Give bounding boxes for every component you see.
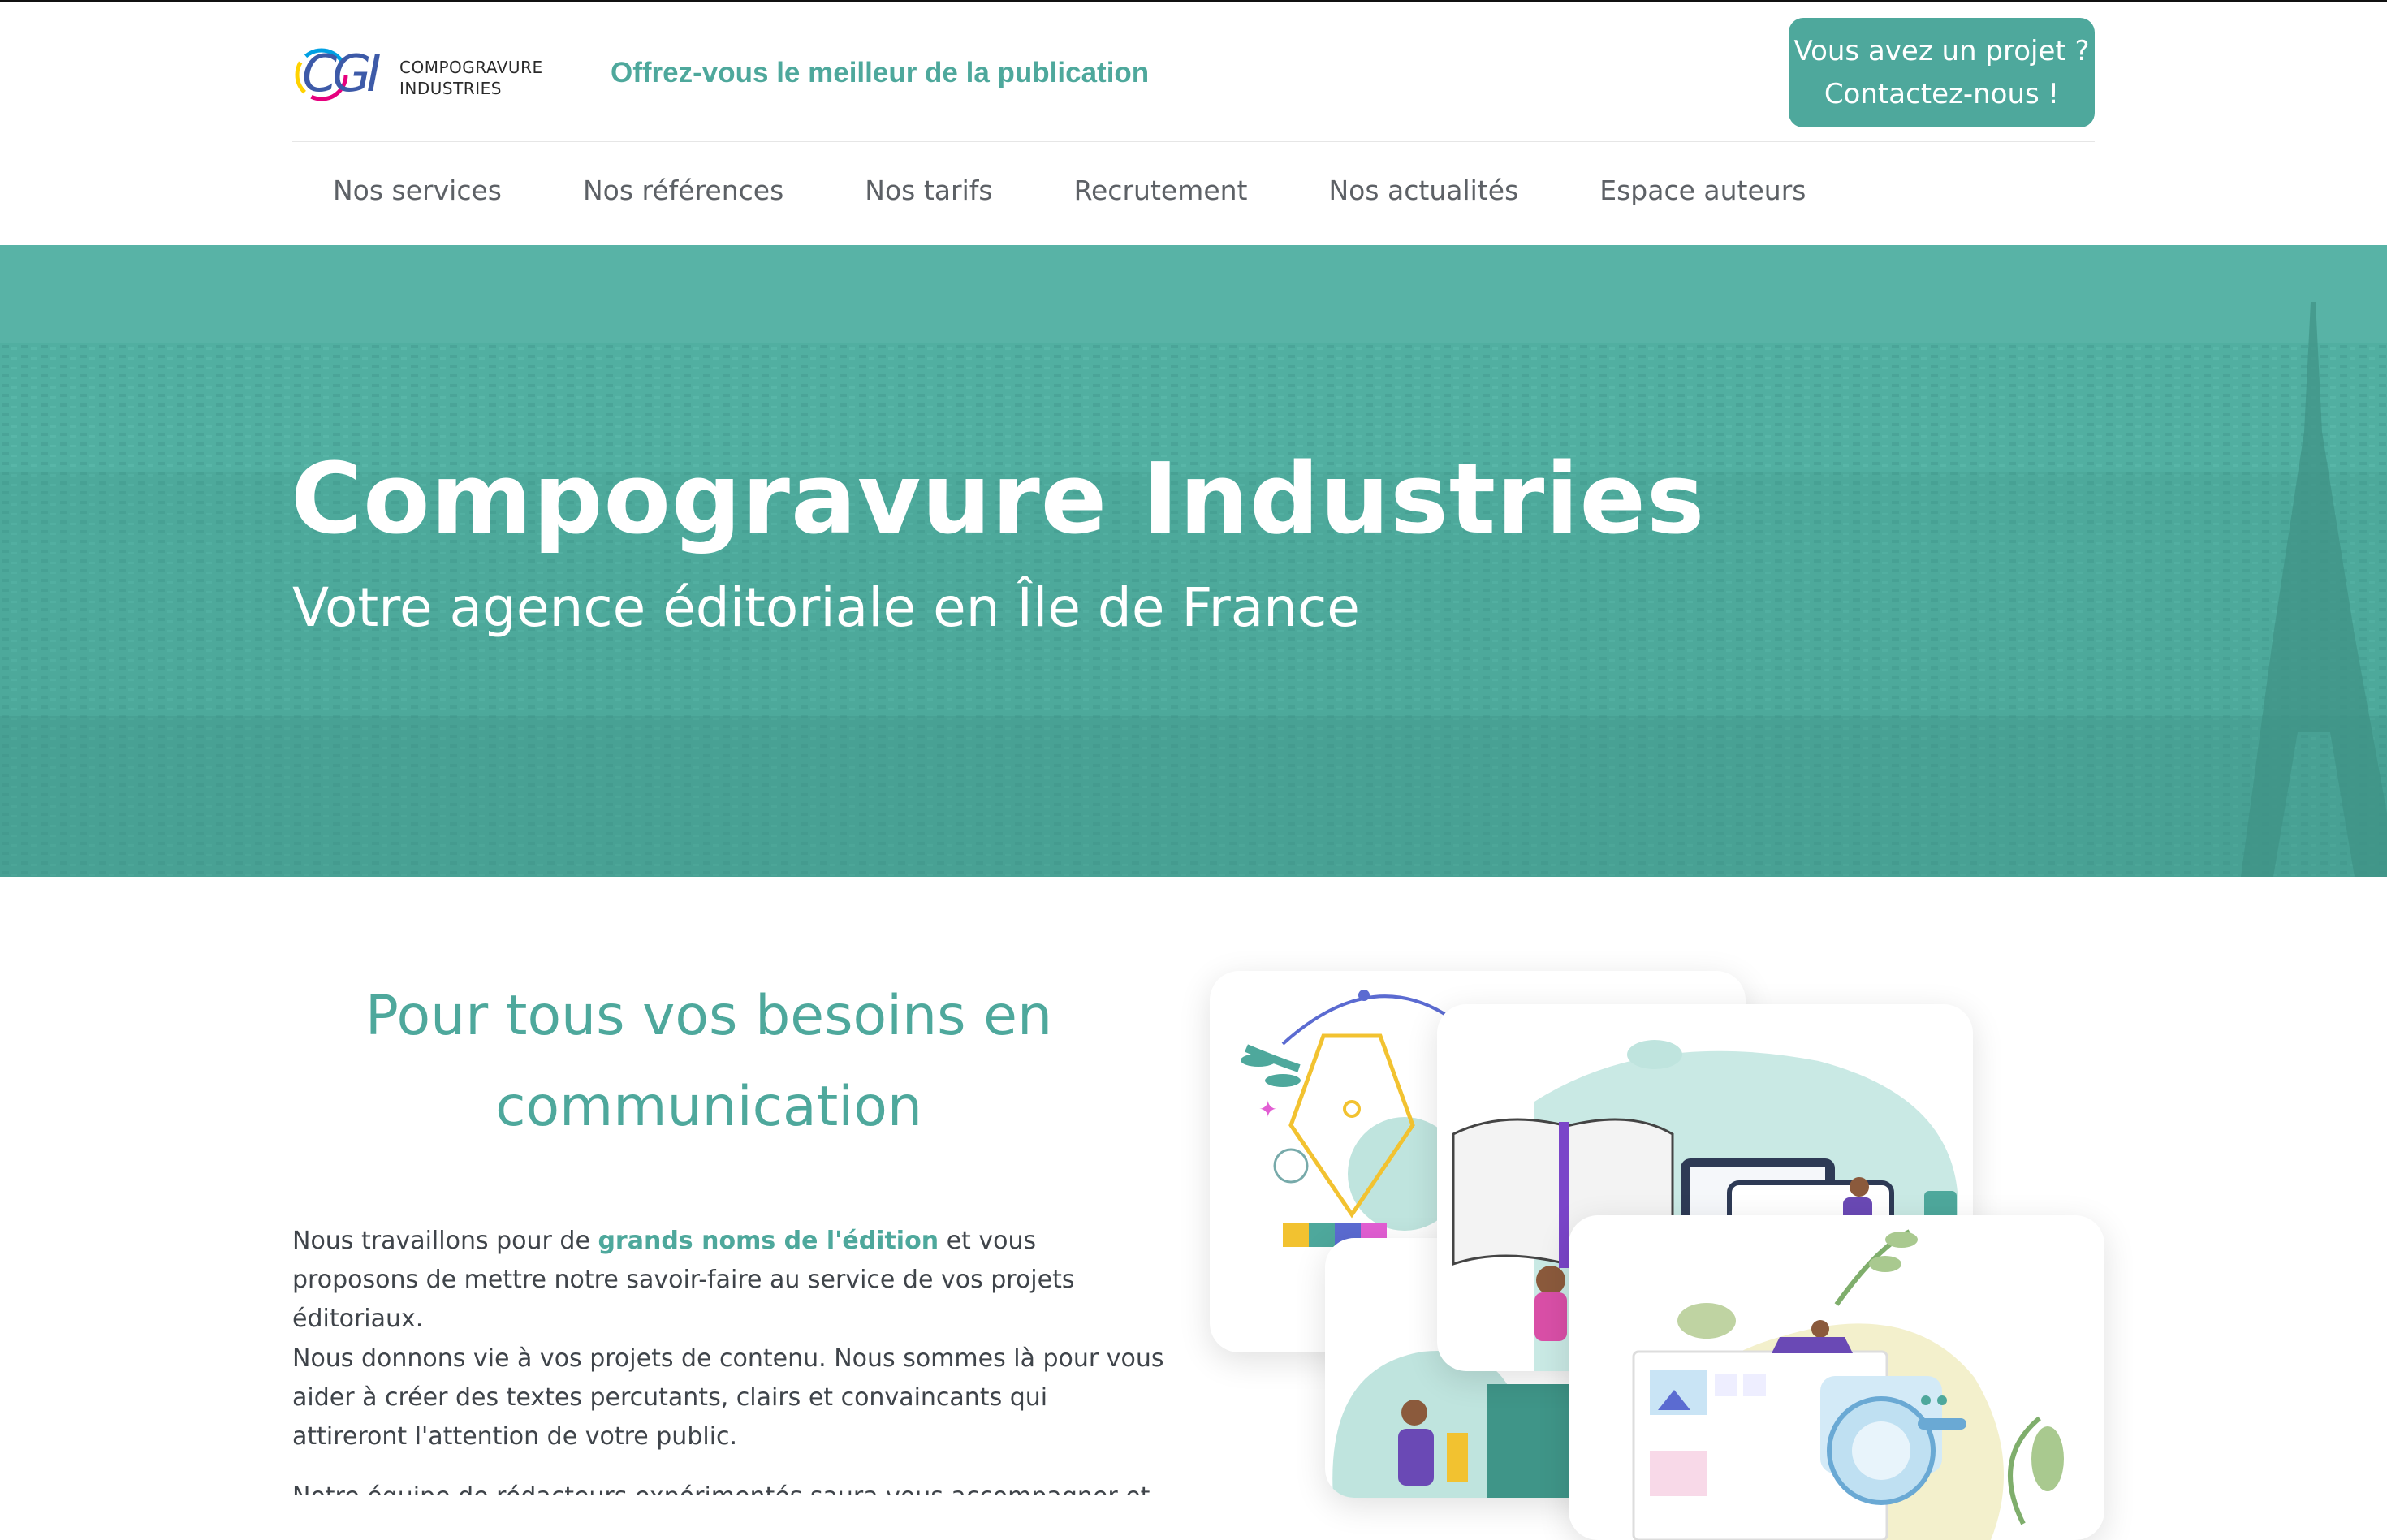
nav-item-recrutement[interactable]: Recrutement bbox=[1034, 166, 1288, 215]
camera-illustration bbox=[1632, 1229, 2064, 1540]
nav-item-services[interactable]: Nos services bbox=[292, 166, 542, 215]
intro-text-start: Nous travaillons pour de bbox=[292, 1227, 598, 1255]
intro-paragraph: Nous travaillons pour de grands noms de … bbox=[292, 1222, 1169, 1339]
section-title: Pour tous vos besoins en communication bbox=[325, 971, 1093, 1153]
header-tagline: Offrez-vous le meilleur de la publicatio… bbox=[611, 57, 1150, 88]
camera-card bbox=[1569, 1215, 2104, 1540]
team-paragraph: Notre équipe de rédacteurs expérimentés … bbox=[292, 1477, 1169, 1495]
svg-text:✦: ✦ bbox=[1258, 1096, 1277, 1123]
section-title-line-1: Pour tous vos besoins en bbox=[365, 984, 1053, 1048]
hero-subtitle: Votre agence éditoriale en Île de France bbox=[292, 576, 1360, 639]
nav-item-references[interactable]: Nos références bbox=[542, 166, 824, 215]
hero-banner: Compogravure Industries Votre agence édi… bbox=[0, 245, 2387, 877]
main-nav: Nos services Nos références Nos tarifs R… bbox=[292, 166, 1846, 215]
nav-item-tarifs[interactable]: Nos tarifs bbox=[824, 166, 1033, 215]
logo-text[interactable]: COMPOGRAVURE INDUSTRIES bbox=[399, 57, 543, 99]
nav-item-actualites[interactable]: Nos actualités bbox=[1288, 166, 1559, 215]
svg-text:CGI: CGI bbox=[302, 44, 380, 103]
city-skyline-background bbox=[0, 245, 2387, 877]
contact-cta-button[interactable]: Vous avez un projet ? Contactez-nous ! bbox=[1789, 18, 2095, 127]
logo-line-2: INDUSTRIES bbox=[399, 79, 502, 98]
hero-title: Compogravure Industries bbox=[291, 443, 1706, 556]
section-title-line-2: communication bbox=[495, 1075, 922, 1139]
editions-link[interactable]: grands noms de l'édition bbox=[598, 1227, 939, 1255]
cta-line-2: Contactez-nous ! bbox=[1824, 77, 2060, 110]
top-border bbox=[0, 0, 2387, 2]
header-divider bbox=[292, 141, 2095, 142]
nav-item-espace-auteurs[interactable]: Espace auteurs bbox=[1559, 166, 1846, 215]
cta-line-1: Vous avez un projet ? bbox=[1793, 34, 2090, 67]
projects-paragraph: Nous donnons vie à vos projets de conten… bbox=[292, 1344, 1164, 1451]
logo-line-1: COMPOGRAVURE bbox=[399, 58, 543, 77]
